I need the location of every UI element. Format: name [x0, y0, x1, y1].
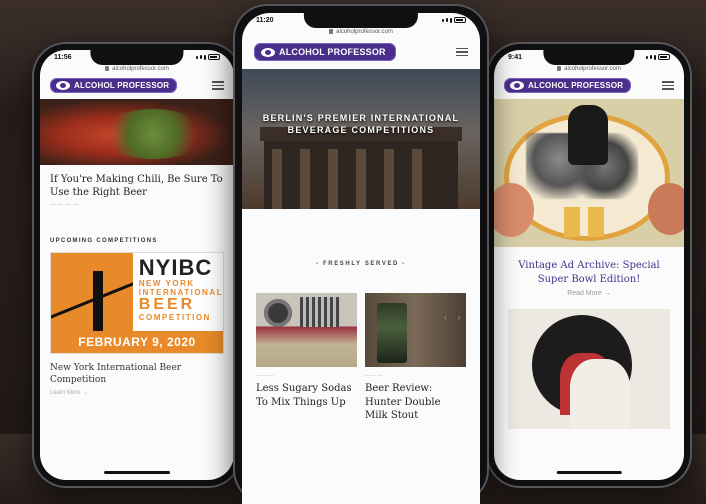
- carousel-arrows[interactable]: ‹ ›: [444, 312, 465, 322]
- url-text: alcoholprofessor.com: [112, 66, 169, 72]
- site-logo[interactable]: ALCOHOL PROFESSOR: [50, 78, 178, 93]
- site-header: ALCOHOL PROFESSOR: [242, 37, 480, 69]
- lock-icon: [557, 66, 562, 71]
- nyibc-banner[interactable]: NYIBC NEW YORK INTERNATIONAL BEER COMPET…: [50, 252, 224, 354]
- hero-title: BERLIN'S PREMIER INTERNATIONAL BEVERAGE …: [262, 113, 460, 135]
- hamburger-menu-icon[interactable]: [662, 81, 674, 90]
- notch: [303, 13, 419, 28]
- address-bar[interactable]: alcoholprofessor.com: [242, 27, 480, 37]
- read-more-link[interactable]: Read More →: [494, 290, 684, 309]
- phone-center-screen: 11:20 alcoholprofessor.com ALCOHOL PROFE…: [242, 13, 480, 504]
- nyibc-logo-text: NYIBC: [138, 255, 213, 280]
- battery-icon: [658, 54, 670, 60]
- vintage-ad-image[interactable]: [494, 99, 684, 247]
- phone-left: 11:56 alcoholprofessor.com ALCOHOL PROFE…: [32, 42, 242, 488]
- hamburger-menu-icon[interactable]: [456, 47, 468, 57]
- lock-icon: [105, 66, 110, 71]
- phone-right: 9:41 alcoholprofessor.com ALCOHOL PROFES…: [486, 42, 692, 488]
- post-thumbnail: [256, 293, 357, 367]
- post-kicker: — — —: [256, 373, 274, 379]
- post-kicker: — — —: [365, 373, 383, 379]
- home-indicator: [556, 471, 622, 474]
- status-time: 11:20: [256, 16, 274, 24]
- nyibc-line1: NEW YORK: [138, 279, 195, 288]
- phone-left-screen: 11:56 alcoholprofessor.com ALCOHOL PROFE…: [40, 50, 234, 480]
- learn-more-link[interactable]: Learn More →: [40, 388, 234, 398]
- url-text: alcoholprofessor.com: [564, 66, 621, 72]
- post-thumbnail: [365, 293, 466, 367]
- section-heading: UPCOMING COMPETITIONS: [50, 238, 158, 244]
- signal-icon: [442, 17, 466, 23]
- post-card-title: Less Sugary Sodas To Mix Things Up: [256, 383, 352, 408]
- battery-icon: [454, 17, 466, 23]
- nyibc-beer: BEER: [138, 296, 196, 314]
- site-header: ALCOHOL PROFESSOR: [494, 74, 684, 99]
- post-title[interactable]: If You're Making Chili, Be Sure To Use t…: [40, 165, 234, 202]
- signal-icon: [646, 54, 670, 60]
- brandenburg-gate-image: [260, 127, 462, 209]
- post-card-title: Beer Review: Hunter Double Milk Stout: [365, 383, 441, 421]
- status-time: 9:41: [508, 53, 523, 61]
- site-logo[interactable]: ALCOHOL PROFESSOR: [504, 78, 632, 93]
- bridge-illustration: [51, 253, 133, 331]
- phone-right-screen: 9:41 alcoholprofessor.com ALCOHOL PROFES…: [494, 50, 684, 480]
- section-heading: - FRESHLY SERVED -: [316, 261, 406, 267]
- logo-text: ALCOHOL PROFESSOR: [74, 81, 170, 90]
- phone-center: 11:20 alcoholprofessor.com ALCOHOL PROFE…: [233, 4, 489, 504]
- logo-icon: [56, 81, 70, 90]
- signal-icon: [196, 54, 220, 60]
- art-deco-image[interactable]: [508, 309, 670, 429]
- site-header: ALCOHOL PROFESSOR: [40, 74, 234, 99]
- status-time: 11:56: [54, 53, 72, 61]
- address-bar[interactable]: alcoholprofessor.com: [40, 64, 234, 74]
- url-text: alcoholprofessor.com: [336, 29, 393, 35]
- battery-icon: [208, 54, 220, 60]
- logo-text: ALCOHOL PROFESSOR: [528, 81, 624, 90]
- post-title[interactable]: Vintage Ad Archive: Special Super Bowl E…: [494, 247, 684, 290]
- logo-icon: [261, 47, 275, 57]
- notch: [90, 50, 184, 65]
- nyibc-line3: COMPETITION: [138, 313, 211, 323]
- chili-image[interactable]: [40, 99, 234, 165]
- competition-title[interactable]: New York International Beer Competition: [40, 354, 234, 388]
- lock-icon: [329, 29, 334, 34]
- logo-text: ALCOHOL PROFESSOR: [279, 47, 386, 57]
- hero-banner[interactable]: BERLIN'S PREMIER INTERNATIONAL BEVERAGE …: [242, 69, 480, 209]
- address-bar[interactable]: alcoholprofessor.com: [494, 64, 684, 74]
- logo-icon: [510, 81, 524, 90]
- hamburger-menu-icon[interactable]: [212, 81, 224, 90]
- notch: [543, 50, 635, 65]
- nyibc-date: FEBRUARY 9, 2020: [51, 331, 223, 353]
- home-indicator: [104, 471, 170, 474]
- site-logo[interactable]: ALCOHOL PROFESSOR: [254, 43, 396, 61]
- post-card[interactable]: — — — Less Sugary Sodas To Mix Things Up: [256, 293, 357, 423]
